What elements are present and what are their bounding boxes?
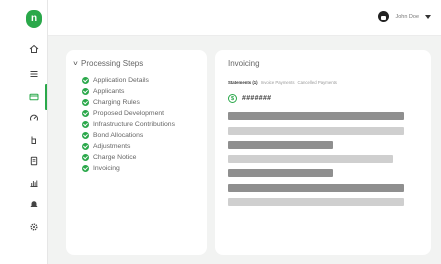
topbar: John Doe	[48, 0, 441, 36]
step-label: Invoicing	[93, 165, 120, 172]
step-item[interactable]: Bond Allocations	[82, 130, 175, 141]
step-item[interactable]: Invoicing	[82, 163, 175, 174]
gauge-icon	[29, 114, 39, 121]
sidebar-item-settings[interactable]	[26, 219, 42, 235]
user-name: John Doe	[395, 13, 419, 20]
step-label: Charge Notice	[93, 154, 137, 161]
placeholder-line	[228, 155, 393, 163]
amount-row: $ #######	[228, 94, 271, 103]
sidebar-item-notifications[interactable]	[26, 196, 42, 212]
processing-steps-title: Processing Steps	[81, 59, 144, 68]
invoicing-title: Invoicing	[228, 59, 260, 68]
tab-statements[interactable]: Statements (1)	[228, 80, 258, 85]
placeholder-line	[228, 141, 333, 149]
tab-invoice-payments[interactable]: Invoice Payments	[261, 80, 295, 85]
sidebar-item-payments[interactable]	[26, 84, 48, 110]
step-label: Proposed Development	[93, 110, 165, 117]
step-item[interactable]: Adjustments	[82, 141, 175, 152]
card-icon	[29, 93, 39, 101]
sidebar: n	[0, 0, 48, 264]
placeholder-line	[228, 112, 404, 120]
step-item[interactable]: Application Details	[82, 75, 175, 86]
step-label: Bond Allocations	[93, 132, 144, 139]
step-item[interactable]: Proposed Development	[82, 108, 175, 119]
logo-letter: n	[30, 13, 38, 24]
step-item[interactable]: Applicants	[82, 86, 175, 97]
invoicing-panel: Invoicing Statements (1) Invoice Payment…	[215, 50, 431, 255]
check-circle-icon	[82, 99, 89, 106]
sidebar-item-reports[interactable]	[26, 175, 42, 191]
step-item[interactable]: Infrastructure Contributions	[82, 119, 175, 130]
check-circle-icon	[82, 88, 89, 95]
placeholder-line	[228, 127, 404, 135]
step-label: Charging Rules	[93, 99, 140, 106]
check-circle-icon	[82, 132, 89, 139]
step-list: Application Details Applicants Charging …	[82, 75, 175, 174]
placeholder-line	[228, 169, 333, 177]
invoicing-tabs: Statements (1) Invoice Payments Cancelle…	[228, 80, 337, 85]
bar-chart-icon	[30, 180, 38, 187]
home-icon	[29, 44, 39, 53]
placeholder-line	[228, 198, 404, 206]
check-circle-icon	[82, 154, 89, 161]
check-circle-icon	[82, 143, 89, 150]
step-label: Applicants	[93, 88, 125, 95]
step-label: Adjustments	[93, 143, 131, 150]
gear-icon	[30, 223, 38, 231]
check-circle-icon	[82, 110, 89, 117]
check-circle-icon	[82, 121, 89, 128]
app-logo[interactable]: n	[26, 10, 42, 28]
avatar	[378, 11, 390, 22]
sidebar-divider	[47, 0, 48, 264]
step-label: Application Details	[93, 77, 149, 84]
tab-cancelled-payments[interactable]: Cancelled Payments	[298, 80, 337, 85]
check-circle-icon	[82, 165, 89, 172]
sidebar-item-documents[interactable]	[26, 153, 42, 169]
list-icon	[30, 71, 38, 77]
sidebar-item-list[interactable]	[26, 66, 42, 82]
placeholder-line	[228, 184, 404, 192]
dollar-icon: $	[228, 94, 237, 103]
sidebar-item-pointer[interactable]	[26, 132, 42, 148]
processing-steps-toggle[interactable]: v Processing Steps	[73, 59, 144, 68]
caret-down-icon	[425, 14, 431, 19]
bell-icon	[30, 201, 38, 207]
step-item[interactable]: Charge Notice	[82, 152, 175, 163]
sidebar-item-home[interactable]	[26, 41, 42, 57]
step-item[interactable]: Charging Rules	[82, 97, 175, 108]
document-icon	[30, 156, 38, 166]
amount-value: #######	[242, 95, 272, 102]
check-circle-icon	[82, 77, 89, 84]
chevron-down-icon: v	[73, 60, 78, 67]
step-label: Infrastructure Contributions	[93, 121, 175, 128]
processing-steps-panel: v Processing Steps Application Details A…	[66, 50, 207, 255]
pointer-icon	[31, 136, 36, 144]
user-menu[interactable]: John Doe	[378, 11, 431, 22]
sidebar-item-gauge[interactable]	[26, 110, 42, 126]
